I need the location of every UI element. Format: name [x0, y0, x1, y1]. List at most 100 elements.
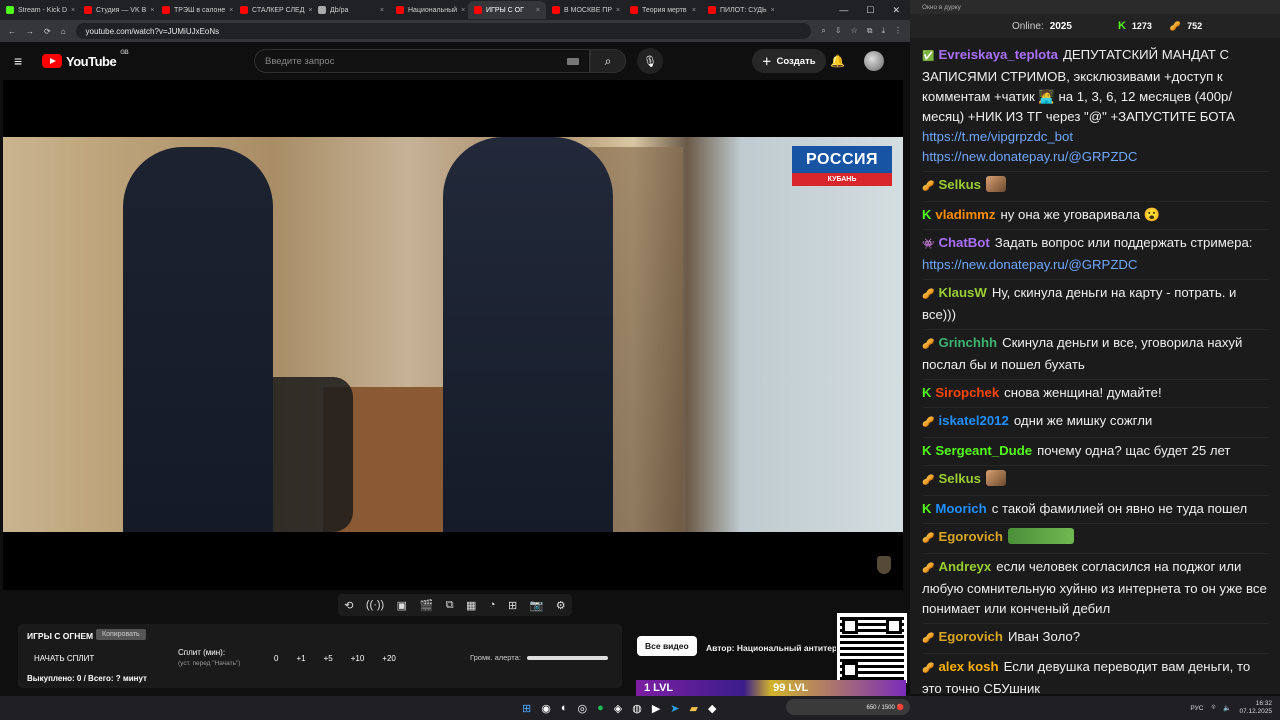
tab-favicon-icon — [84, 6, 92, 14]
clapper-icon[interactable]: 🎬 — [420, 599, 434, 612]
bookmark-icon[interactable]: ☆ — [851, 26, 858, 36]
downloads-icon[interactable]: ⤓ — [881, 26, 885, 36]
back-icon[interactable]: ← — [8, 27, 16, 36]
app-icon[interactable]: ◆ — [708, 702, 716, 715]
alert-volume-slider[interactable] — [526, 655, 608, 660]
browser-tab[interactable]: ПИЛОТ: СУДЬ × — [702, 1, 780, 19]
clock[interactable]: 16:32 07.12.2025 — [1239, 700, 1272, 716]
chat-username[interactable]: Selkus — [938, 471, 981, 486]
reload-icon[interactable]: ⟳ — [44, 27, 51, 36]
tab-close-icon[interactable]: × — [380, 7, 384, 14]
miniplayer-icon[interactable]: ⧉ — [446, 599, 454, 612]
chat-link[interactable]: https://new.donatepay.ru/@GRPZDC — [922, 257, 1137, 272]
windows-start-icon[interactable]: ⊞ — [522, 702, 531, 715]
copy-button[interactable]: Копировать — [96, 629, 146, 640]
volume-icon[interactable]: 🔈 — [1223, 704, 1231, 712]
chat-username[interactable]: vladimmz — [935, 207, 995, 222]
home-icon[interactable]: ⌂ — [61, 27, 66, 36]
chat-username[interactable]: KlausW — [938, 285, 986, 300]
tab-close-icon[interactable]: × — [536, 7, 540, 14]
chat-username[interactable]: Andreyx — [938, 559, 991, 574]
browser-tab[interactable]: СТАЛКЕР СЛЕД × — [234, 1, 312, 19]
network-icon[interactable]: ⌾ — [1211, 704, 1215, 712]
chat-username[interactable]: Sergeant_Dude — [935, 443, 1032, 458]
minimize-icon[interactable]: — — [839, 5, 848, 16]
chat-window-titlebar: Окно в дурку — [910, 0, 1280, 14]
add-icon[interactable]: ⊞ — [508, 599, 517, 612]
chat-username[interactable]: alex kosh — [938, 659, 998, 674]
spotify-icon[interactable]: ● — [597, 702, 604, 715]
youtube-logo[interactable]: YouTube GB — [42, 50, 129, 69]
close-icon[interactable]: ✕ — [892, 5, 900, 16]
maximize-icon[interactable]: ☐ — [866, 5, 874, 16]
speed-icon[interactable]: ◔ — [489, 599, 496, 611]
chat-username[interactable]: iskatel2012 — [938, 413, 1008, 428]
chat-username[interactable]: Evreiskaya_teplota — [938, 47, 1058, 62]
voice-search-button[interactable]: 🎙 — [637, 48, 663, 74]
settings-gear-icon[interactable]: ⚙ — [556, 599, 566, 612]
video-player[interactable]: РОССИЯ КУБАНЬ — [3, 80, 903, 590]
url-field[interactable]: youtube.com/watch?v=JUMiUJxEoNs — [75, 23, 812, 39]
app-icon[interactable]: ◈ — [614, 702, 622, 715]
browser-tab[interactable]: Теория мертв × — [624, 1, 702, 19]
split-plus-10-button[interactable]: +10 — [351, 654, 365, 663]
notifications-bell-icon[interactable]: 🔔 — [830, 54, 845, 68]
install-icon[interactable]: ⇩ — [835, 26, 842, 36]
forward-icon[interactable]: → — [26, 27, 34, 36]
tab-favicon-icon — [396, 6, 404, 14]
screenshot-icon[interactable]: ▣ — [397, 599, 407, 612]
browser-tab[interactable]: Stream - Kick D × — [0, 1, 78, 19]
video-author[interactable]: Автор: Национальный антитерр — [706, 643, 836, 653]
folder-icon[interactable]: ▰ — [690, 702, 698, 715]
steam-icon[interactable]: ◎ — [577, 702, 587, 715]
create-button[interactable]: ＋ Создать — [752, 49, 826, 73]
hamburger-menu-icon[interactable]: ≡ — [14, 53, 28, 69]
tab-label: ИГРЫ С ОГ — [486, 6, 524, 14]
menu-icon[interactable]: ⋮ — [894, 26, 902, 36]
obs-icon[interactable]: ◍ — [632, 702, 642, 715]
search-button[interactable]: ⌕ — [590, 49, 626, 73]
keyboard-icon[interactable] — [567, 57, 579, 65]
browser-tab[interactable]: Дb/ра × — [312, 1, 390, 19]
browser-tab[interactable]: ТРЭШ в салоне × — [156, 1, 234, 19]
language-indicator[interactable]: РУС — [1190, 705, 1203, 712]
chat-username[interactable]: Egorovich — [938, 529, 1002, 544]
tab-close-icon[interactable]: × — [229, 7, 233, 14]
chat-username[interactable]: ChatBot — [938, 235, 989, 250]
browser-tab[interactable]: Студия — VK В × — [78, 1, 156, 19]
tab-close-icon[interactable]: × — [150, 7, 154, 14]
chat-username[interactable]: Selkus — [938, 177, 981, 192]
tab-close-icon[interactable]: × — [771, 7, 775, 14]
telegram-icon[interactable]: ➤ — [670, 702, 679, 715]
camera-icon[interactable]: 📷 — [530, 599, 544, 612]
avatar[interactable] — [864, 51, 884, 71]
split-plus-5-button[interactable]: +5 — [324, 654, 333, 663]
chat-username[interactable]: Grinchhh — [938, 335, 997, 350]
split-plus-1-button[interactable]: +1 — [296, 654, 305, 663]
browser-tab[interactable]: В МОСКВЕ ПР × — [546, 1, 624, 19]
split-plus-20-button[interactable]: +20 — [382, 654, 396, 663]
broadcast-icon[interactable]: ((·)) — [366, 599, 384, 611]
loop-icon[interactable]: ⟲ — [344, 599, 353, 612]
filmstrip-icon[interactable]: ▦ — [466, 599, 476, 612]
start-split-button[interactable]: НАЧАТЬ СПЛИТ — [34, 654, 94, 663]
tab-close-icon[interactable]: × — [461, 7, 465, 14]
chat-link[interactable]: https://t.me/vipgrpzdc_bot — [922, 129, 1073, 144]
chat-link[interactable]: https://new.donatepay.ru/@GRPZDC — [922, 149, 1137, 164]
app-icon[interactable]: ▶ — [652, 702, 660, 715]
tab-close-icon[interactable]: × — [71, 7, 75, 14]
browser-tab[interactable]: ИГРЫ С ОГ × — [468, 1, 546, 19]
chat-username[interactable]: Siropchek — [935, 385, 999, 400]
tab-close-icon[interactable]: × — [616, 7, 620, 14]
tab-close-icon[interactable]: × — [692, 7, 696, 14]
zoom-icon[interactable]: ⌕ — [821, 26, 825, 36]
discord-icon[interactable]: ◐ — [561, 702, 568, 715]
split-label: Сплит (мин): — [178, 648, 226, 657]
extension-icon[interactable]: ⧉ — [867, 26, 873, 36]
chat-username[interactable]: Egorovich — [938, 629, 1002, 644]
chrome-icon[interactable]: ◉ — [541, 702, 551, 715]
search-input[interactable]: Введите запрос — [254, 49, 590, 73]
browser-tab[interactable]: Национальный × — [390, 1, 468, 19]
chat-username[interactable]: Moorich — [935, 501, 986, 516]
all-videos-button[interactable]: Все видео — [637, 636, 697, 656]
